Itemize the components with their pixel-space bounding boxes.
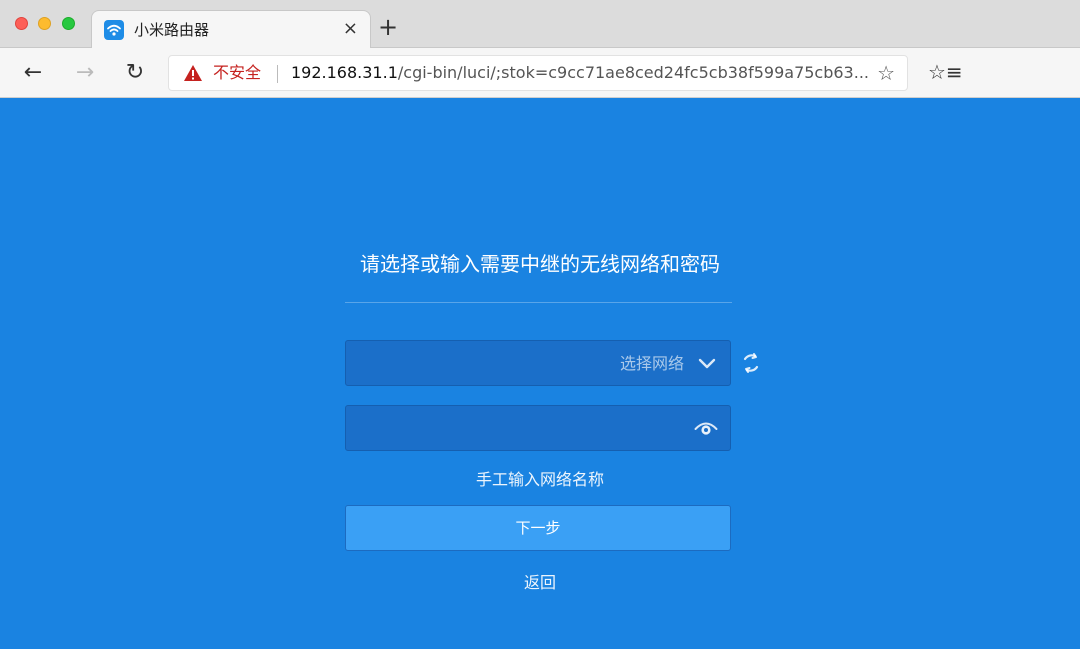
- back-link[interactable]: 返回: [0, 572, 1080, 594]
- url-host: 192.168.31.1: [291, 63, 398, 82]
- close-tab-icon[interactable]: ×: [343, 19, 358, 39]
- chevron-down-icon: [698, 358, 716, 369]
- password-field[interactable]: [345, 405, 731, 451]
- url-divider: [277, 65, 278, 83]
- not-secure-label[interactable]: 不安全: [213, 63, 261, 83]
- new-tab-button[interactable]: +: [378, 13, 398, 41]
- forward-button[interactable]: →: [70, 58, 100, 88]
- tab-strip: 小米路由器 × +: [0, 0, 1080, 48]
- bookmark-star-icon[interactable]: ☆: [877, 61, 895, 85]
- favorites-icon[interactable]: ☆≡: [928, 58, 963, 86]
- eye-icon[interactable]: [694, 419, 718, 439]
- title-divider: [345, 302, 732, 303]
- address-bar[interactable]: 不安全 192.168.31.1/cgi-bin/luci/;stok=c9cc…: [168, 55, 908, 91]
- tab-title: 小米路由器: [134, 21, 210, 39]
- refresh-icon[interactable]: [740, 352, 762, 374]
- browser-toolbar: ← → ↻ 不安全 192.168.31.1/cgi-bin/luci/;sto…: [0, 48, 1080, 98]
- url-text[interactable]: 192.168.31.1/cgi-bin/luci/;stok=c9cc71ae…: [291, 63, 869, 83]
- page-title: 请选择或输入需要中继的无线网络和密码: [360, 252, 720, 276]
- warning-icon: [184, 65, 202, 81]
- reload-button[interactable]: ↻: [120, 58, 150, 88]
- manual-network-name-link[interactable]: 手工输入网络名称: [0, 469, 1080, 491]
- next-button[interactable]: 下一步: [345, 505, 731, 551]
- minimize-window-button[interactable]: [38, 17, 51, 30]
- password-input[interactable]: [356, 414, 676, 442]
- back-button[interactable]: ←: [18, 58, 48, 88]
- router-setup-page: 请选择或输入需要中继的无线网络和密码 选择网络 手工输入网络名称 下一步 返回: [0, 98, 1080, 649]
- network-select[interactable]: 选择网络: [345, 340, 731, 386]
- network-select-placeholder: 选择网络: [619, 354, 684, 373]
- wifi-icon: [104, 20, 124, 40]
- close-window-button[interactable]: [15, 17, 28, 30]
- browser-tab[interactable]: 小米路由器 ×: [91, 10, 371, 48]
- url-path: /cgi-bin/luci/;stok=c9cc71ae8ced24fc5cb3…: [397, 63, 869, 82]
- zoom-window-button[interactable]: [62, 17, 75, 30]
